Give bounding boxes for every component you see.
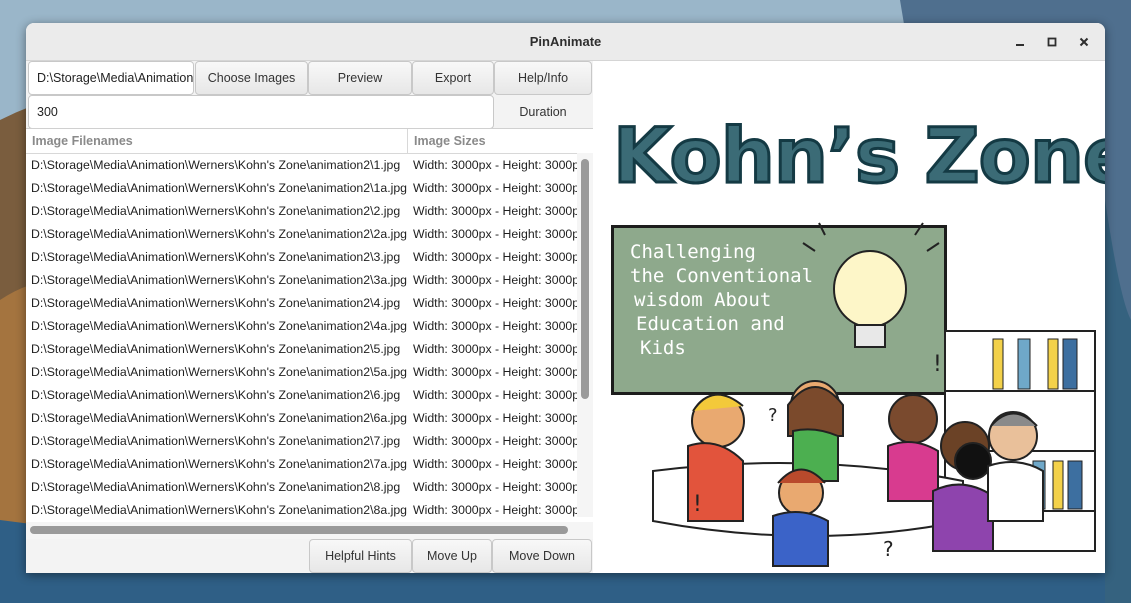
cell-filename: D:\Storage\Media\Animation\Werners\Kohn'… [31, 365, 407, 379]
header-image-sizes[interactable]: Image Sizes [408, 129, 577, 153]
table-body: D:\Storage\Media\Animation\Werners\Kohn'… [26, 154, 577, 522]
cell-filename: D:\Storage\Media\Animation\Werners\Kohn'… [31, 227, 407, 241]
cell-image-size: Width: 3000px - Height: 3000px [413, 158, 577, 172]
horizontal-scroll-thumb[interactable] [30, 526, 568, 534]
cell-filename: D:\Storage\Media\Animation\Werners\Kohn'… [31, 411, 407, 425]
classroom-illustration: ! ! ? ? [652, 222, 1096, 567]
maximize-button[interactable] [1039, 29, 1065, 55]
path-input[interactable]: D:\Storage\Media\Animation\Werners\Kohn'… [28, 61, 194, 95]
table-row[interactable]: D:\Storage\Media\Animation\Werners\Kohn'… [26, 315, 577, 338]
cell-filename: D:\Storage\Media\Animation\Werners\Kohn'… [31, 388, 401, 402]
preview-panel: Kohn’s Zone Challenging the Conventional… [593, 61, 1105, 573]
preview-button[interactable]: Preview [308, 61, 412, 95]
table-row[interactable]: D:\Storage\Media\Animation\Werners\Kohn'… [26, 292, 577, 315]
helpful-hints-button[interactable]: Helpful Hints [309, 539, 412, 573]
exclamation-mark-right: ! [933, 352, 942, 377]
child-figure-5 [772, 468, 829, 567]
help-info-button[interactable]: Help/Info [494, 61, 592, 95]
question-mark-2: ? [883, 537, 894, 561]
duration-input-value: 300 [37, 105, 58, 119]
table-row[interactable]: D:\Storage\Media\Animation\Werners\Kohn'… [26, 476, 577, 499]
table-row[interactable]: D:\Storage\Media\Animation\Werners\Kohn'… [26, 338, 577, 361]
move-down-button[interactable]: Move Down [492, 539, 592, 573]
child-figure-2 [787, 380, 844, 482]
cell-image-size: Width: 3000px - Height: 3000px [413, 273, 577, 287]
duration-input[interactable]: 300 [28, 95, 494, 129]
lightbulb-icon [802, 222, 940, 348]
export-button[interactable]: Export [412, 61, 494, 95]
horizontal-scrollbar[interactable] [26, 522, 593, 539]
table-row[interactable]: D:\Storage\Media\Animation\Werners\Kohn'… [26, 430, 577, 453]
exclamation-mark-left: ! [693, 492, 702, 517]
cell-filename: D:\Storage\Media\Animation\Werners\Kohn'… [31, 204, 401, 218]
cell-image-size: Width: 3000px - Height: 3000px [413, 411, 577, 425]
vertical-scrollbar[interactable] [577, 153, 593, 517]
table-row[interactable]: D:\Storage\Media\Animation\Werners\Kohn'… [26, 384, 577, 407]
path-input-value: D:\Storage\Media\Animation\Werners\Kohn'… [37, 71, 194, 85]
window-title: PinAnimate [529, 34, 602, 49]
table-row[interactable]: D:\Storage\Media\Animation\Werners\Kohn'… [26, 154, 577, 177]
cell-image-size: Width: 3000px - Height: 3000px [413, 388, 577, 402]
table-row[interactable]: D:\Storage\Media\Animation\Werners\Kohn'… [26, 200, 577, 223]
table-row[interactable]: D:\Storage\Media\Animation\Werners\Kohn'… [26, 407, 577, 430]
cell-filename: D:\Storage\Media\Animation\Werners\Kohn'… [31, 319, 407, 333]
left-panel: D:\Storage\Media\Animation\Werners\Kohn'… [26, 61, 593, 573]
cell-image-size: Width: 3000px - Height: 3000px [413, 434, 577, 448]
cell-image-size: Width: 3000px - Height: 3000px [413, 319, 577, 333]
duration-label: Duration [519, 105, 567, 119]
table-row[interactable]: D:\Storage\Media\Animation\Werners\Kohn'… [26, 453, 577, 476]
choose-images-button[interactable]: Choose Images [195, 61, 308, 95]
cell-filename: D:\Storage\Media\Animation\Werners\Kohn'… [31, 296, 401, 310]
window-content: D:\Storage\Media\Animation\Werners\Kohn'… [26, 61, 1105, 573]
cell-image-size: Width: 3000px - Height: 3000px [413, 204, 577, 218]
close-button[interactable] [1071, 29, 1097, 55]
cell-image-size: Width: 3000px - Height: 3000px [413, 457, 577, 471]
header-image-filenames[interactable]: Image Filenames [26, 129, 408, 153]
table-header: Image Filenames Image Sizes [26, 129, 577, 154]
cell-filename: D:\Storage\Media\Animation\Werners\Kohn'… [31, 434, 401, 448]
cell-image-size: Width: 3000px - Height: 3000px [413, 503, 577, 517]
maximize-icon [1047, 37, 1057, 46]
preview-title: Kohn’s Zone [612, 110, 1105, 202]
close-icon [1079, 37, 1089, 46]
table-row[interactable]: D:\Storage\Media\Animation\Werners\Kohn'… [26, 177, 577, 200]
cell-filename: D:\Storage\Media\Animation\Werners\Kohn'… [31, 457, 407, 471]
question-mark-1: ? [768, 405, 778, 426]
minimize-icon [1016, 43, 1024, 46]
table-row[interactable]: D:\Storage\Media\Animation\Werners\Kohn'… [26, 499, 577, 522]
app-window: PinAnimate D:\Storage\Media\Animation\We… [26, 23, 1105, 573]
table-row[interactable]: D:\Storage\Media\Animation\Werners\Kohn'… [26, 223, 577, 246]
cell-filename: D:\Storage\Media\Animation\Werners\Kohn'… [31, 250, 401, 264]
teacher-figure [987, 411, 1044, 522]
cell-filename: D:\Storage\Media\Animation\Werners\Kohn'… [31, 342, 401, 356]
cell-image-size: Width: 3000px - Height: 3000px [413, 342, 577, 356]
minimize-button[interactable] [1007, 29, 1033, 55]
table-row[interactable]: D:\Storage\Media\Animation\Werners\Kohn'… [26, 269, 577, 292]
cell-image-size: Width: 3000px - Height: 3000px [413, 181, 577, 195]
cell-filename: D:\Storage\Media\Animation\Werners\Kohn'… [31, 158, 401, 172]
cell-image-size: Width: 3000px - Height: 3000px [413, 365, 577, 379]
vertical-scroll-thumb[interactable] [581, 159, 589, 399]
cell-image-size: Width: 3000px - Height: 3000px [413, 227, 577, 241]
table-row[interactable]: D:\Storage\Media\Animation\Werners\Kohn'… [26, 361, 577, 384]
cell-image-size: Width: 3000px - Height: 3000px [413, 480, 577, 494]
cell-image-size: Width: 3000px - Height: 3000px [413, 296, 577, 310]
cell-filename: D:\Storage\Media\Animation\Werners\Kohn'… [31, 503, 407, 517]
child-figure-3 [887, 394, 939, 502]
table-row[interactable]: D:\Storage\Media\Animation\Werners\Kohn'… [26, 246, 577, 269]
cell-image-size: Width: 3000px - Height: 3000px [413, 250, 577, 264]
cell-filename: D:\Storage\Media\Animation\Werners\Kohn'… [31, 480, 401, 494]
image-table: Image Filenames Image Sizes D:\Storage\M… [26, 128, 593, 539]
move-up-button[interactable]: Move Up [412, 539, 492, 573]
title-bar: PinAnimate [26, 23, 1105, 61]
cell-filename: D:\Storage\Media\Animation\Werners\Kohn'… [31, 181, 407, 195]
window-controls [1007, 23, 1097, 60]
cell-filename: D:\Storage\Media\Animation\Werners\Kohn'… [31, 273, 407, 287]
